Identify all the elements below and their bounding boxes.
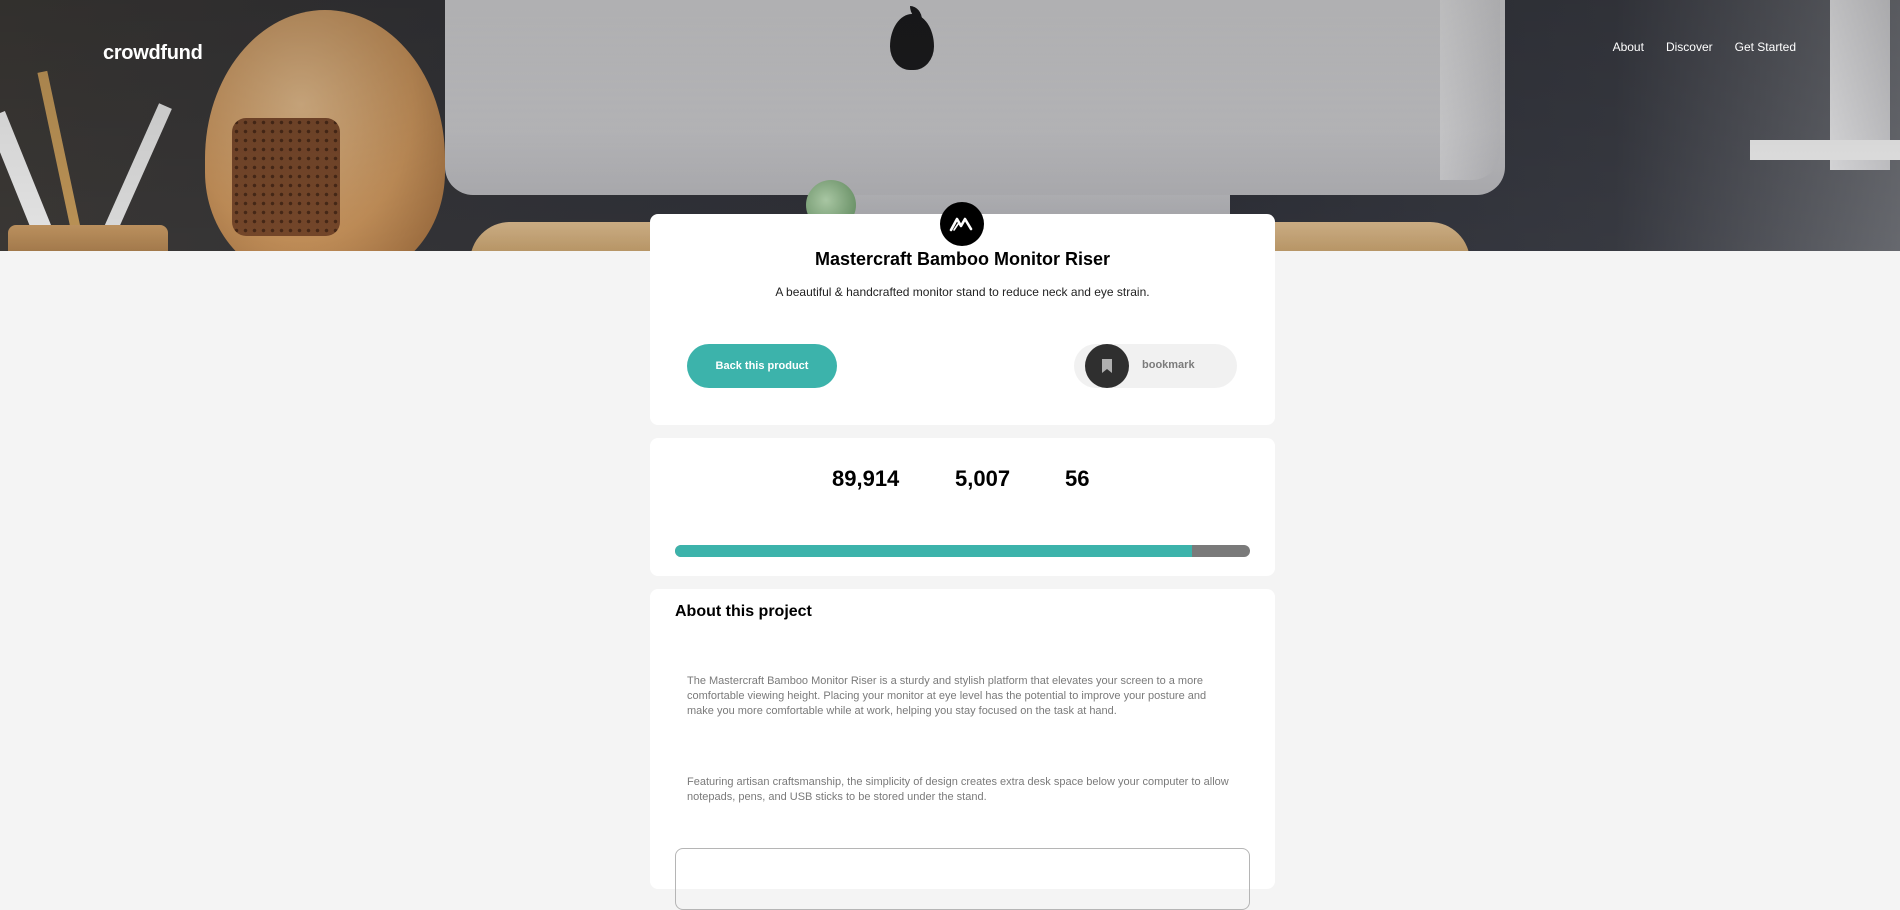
bookmark-label: bookmark [1142,359,1195,371]
pledge-option-card [675,848,1250,910]
stat-value-days-left: 56 [1065,466,1090,491]
about-paragraph: The Mastercraft Bamboo Monitor Riser is … [687,675,1207,717]
back-this-product-button[interactable]: Back this product [687,344,837,388]
funding-progress-fill [675,545,1192,557]
stats-card: 89,914 5,007 56 [650,438,1275,576]
bookmark-button[interactable]: bookmark [1074,344,1237,388]
main-nav: About Discover Get Started [1613,40,1796,54]
funding-progress-bar [675,545,1250,557]
about-title: About this project [675,603,812,620]
stat-value-backers: 5,007 [955,466,1011,491]
project-tagline: A beautiful & handcrafted monitor stand … [775,285,1150,299]
about-card: About this project The Mastercraft Bambo… [650,589,1275,910]
stat-value-backed: 89,914 [832,466,900,491]
bookmark-icon-svg [1102,359,1112,373]
mastercraft-logo-svg [949,217,973,232]
nav-link-get-started[interactable]: Get Started [1735,40,1796,54]
bookmark-icon [1085,344,1129,388]
project-title: Mastercraft Bamboo Monitor Riser [814,249,1111,269]
site-logo[interactable]: crowdfund [103,42,203,65]
about-paragraph: Featuring artisan craftsmanship, the sim… [687,776,1229,803]
mastercraft-logo-icon [940,202,984,246]
nav-link-about[interactable]: About [1613,40,1644,54]
nav-link-discover[interactable]: Discover [1666,40,1713,54]
